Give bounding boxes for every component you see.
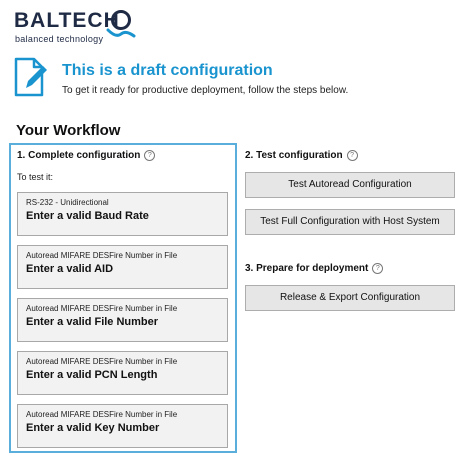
test-autoread-button[interactable]: Test Autoread Configuration	[245, 172, 455, 198]
help-icon[interactable]: ?	[372, 263, 384, 274]
test-label: To test it:	[17, 172, 54, 182]
config-item-context: Autoread MIFARE DESFire Number in File	[26, 410, 178, 419]
release-export-button[interactable]: Release & Export Configuration	[245, 285, 455, 311]
config-item-key-number[interactable]: Autoread MIFARE DESFire Number in File E…	[17, 404, 228, 448]
brand-logo-icon	[106, 10, 136, 38]
config-item-context: RS-232 - Unidirectional	[26, 198, 109, 207]
workflow-title: Your Workflow	[16, 122, 121, 139]
draft-title: This is a draft configuration	[62, 62, 273, 79]
config-item-aid[interactable]: Autoread MIFARE DESFire Number in File E…	[17, 245, 228, 289]
config-item-message: Enter a valid PCN Length	[26, 369, 158, 381]
config-item-message: Enter a valid AID	[26, 263, 114, 275]
draft-subtitle: To get it ready for productive deploymen…	[62, 85, 349, 96]
brand-logo-text: BALTECH	[14, 9, 120, 32]
step2-title: 2. Test configuration ?	[245, 150, 358, 161]
config-item-context: Autoread MIFARE DESFire Number in File	[26, 357, 178, 366]
help-icon[interactable]: ?	[346, 150, 358, 161]
config-item-message: Enter a valid File Number	[26, 316, 159, 328]
step3-title: 3. Prepare for deployment ?	[245, 263, 384, 274]
config-item-file-number[interactable]: Autoread MIFARE DESFire Number in File E…	[17, 298, 228, 342]
config-item-baud-rate[interactable]: RS-232 - Unidirectional Enter a valid Ba…	[17, 192, 228, 236]
brand-tagline: balanced technology	[15, 34, 104, 44]
config-item-message: Enter a valid Key Number	[26, 422, 160, 434]
step3-title-text: 3. Prepare for deployment	[245, 263, 369, 274]
config-item-pcn-length[interactable]: Autoread MIFARE DESFire Number in File E…	[17, 351, 228, 395]
config-item-message: Enter a valid Baud Rate	[26, 210, 149, 222]
step1-title: 1. Complete configuration ?	[17, 150, 156, 161]
config-item-context: Autoread MIFARE DESFire Number in File	[26, 304, 178, 313]
config-item-context: Autoread MIFARE DESFire Number in File	[26, 251, 178, 260]
step1-title-text: 1. Complete configuration	[17, 150, 141, 161]
help-icon[interactable]: ?	[144, 150, 156, 161]
test-full-configuration-button[interactable]: Test Full Configuration with Host System	[245, 209, 455, 235]
draft-document-icon	[14, 57, 47, 97]
step2-title-text: 2. Test configuration	[245, 150, 343, 161]
